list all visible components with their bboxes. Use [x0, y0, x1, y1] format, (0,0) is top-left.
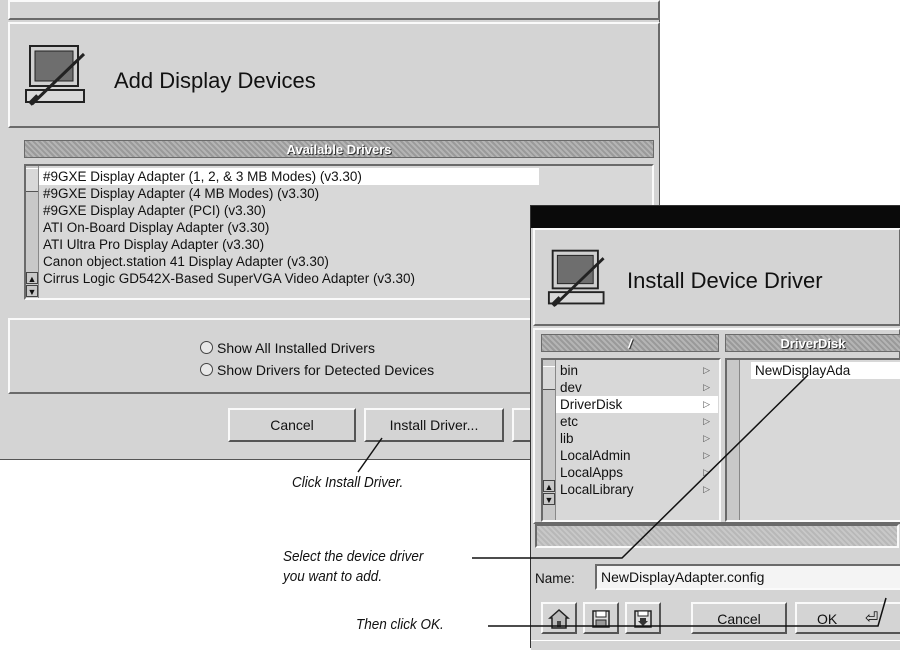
window-title-bar [531, 206, 900, 228]
driver-list-item[interactable]: ATI On-Board Display Adapter (v3.30) [39, 219, 539, 236]
folder-list-item[interactable]: lib ▷ [556, 430, 718, 447]
driver-list-item-label: #9GXE Display Adapter (4 MB Modes) (v3.3… [43, 186, 320, 201]
disk-save-button[interactable] [625, 602, 661, 634]
folder-list-item[interactable]: bin ▷ [556, 362, 718, 379]
ok-button[interactable]: OK ⏎ [795, 602, 900, 634]
ok-label: OK [817, 611, 838, 627]
cancel-button[interactable]: Cancel [228, 408, 356, 442]
scroll-down-arrow-icon[interactable]: ▼ [26, 285, 38, 297]
floppy-disk-arrow-icon [634, 610, 652, 628]
path-strip [535, 524, 899, 548]
home-button[interactable] [541, 602, 577, 634]
folder-list-item-label: bin [560, 363, 579, 378]
driver-list-item-label: ATI On-Board Display Adapter (v3.30) [43, 220, 270, 235]
submenu-arrow-icon: ▷ [703, 399, 710, 409]
submenu-arrow-icon: ▷ [703, 365, 710, 375]
folder-list-item-label: LocalLibrary [560, 482, 634, 497]
scroll-down-arrow-icon[interactable]: ▼ [543, 493, 555, 505]
driver-list-item[interactable]: #9GXE Display Adapter (1, 2, & 3 MB Mode… [39, 168, 539, 185]
file-browser: / DriverDisk ▲ ▼ bin ▷ dev ▷ DriverDisk ▷ etc ▷… [533, 328, 900, 524]
available-drivers-header: Available Drivers [24, 140, 654, 158]
home-icon [548, 608, 570, 629]
folder-list-item-label: LocalApps [560, 465, 624, 480]
submenu-arrow-icon: ▷ [703, 382, 710, 392]
folders-column: ▲ ▼ bin ▷ dev ▷ DriverDisk ▷ etc ▷ lib ▷ LocalAdmi… [541, 358, 721, 522]
driver-list-item[interactable]: #9GXE Display Adapter (4 MB Modes) (v3.3… [39, 185, 539, 202]
driver-list-item-label: #9GXE Display Adapter (1, 2, & 3 MB Mode… [43, 169, 362, 184]
scrollbar-thumb[interactable] [543, 366, 555, 390]
install-caption: Click Install Driver. [292, 474, 404, 491]
driver-list-item-label: Canon object.station 41 Display Adapter … [43, 254, 329, 269]
root-column-header: / [541, 334, 719, 352]
driver-list-item-label: #9GXE Display Adapter (PCI) (v3.30) [43, 203, 266, 218]
driverdisk-column-header: DriverDisk [725, 334, 900, 352]
name-label: Name: [535, 571, 575, 586]
radio-label: Show All Installed Drivers [217, 340, 375, 356]
show-detected-devices-radio[interactable]: Show Drivers for Detected Devices [200, 362, 434, 378]
floppy-disk-icon [592, 610, 610, 628]
display-monitor-icon [25, 45, 86, 106]
driver-list-item[interactable]: #9GXE Display Adapter (PCI) (v3.30) [39, 202, 539, 219]
files-column: NewDisplayAda [725, 358, 900, 522]
ok-caption: Then click OK. [356, 616, 444, 633]
folder-list-item[interactable]: dev ▷ [556, 379, 718, 396]
install-dialog-header: Install Device Driver [533, 228, 900, 326]
radio-button-icon [200, 341, 213, 354]
submenu-arrow-icon: ▷ [703, 450, 710, 460]
name-input[interactable]: NewDisplayAdapter.config [595, 564, 900, 590]
folder-list-item[interactable]: LocalAdmin ▷ [556, 447, 718, 464]
select-caption-line1: Select the device driver [283, 548, 424, 565]
dialog-bottom-strip [531, 640, 900, 650]
drivers-scrollbar[interactable]: ▲ ▼ [26, 166, 39, 298]
scroll-up-arrow-icon[interactable]: ▲ [26, 272, 38, 284]
folder-list-item[interactable]: LocalLibrary ▷ [556, 481, 718, 498]
return-key-icon: ⏎ [865, 610, 879, 627]
files-list: NewDisplayAda [751, 362, 900, 379]
radio-label: Show Drivers for Detected Devices [217, 362, 435, 378]
file-list-item[interactable]: NewDisplayAda [751, 362, 900, 379]
driver-list-item[interactable]: Canon object.station 41 Display Adapter … [39, 253, 539, 270]
dialog-title: Add Display Devices [114, 68, 316, 93]
file-list-item-label: NewDisplayAda [755, 363, 851, 378]
folder-list-item[interactable]: etc ▷ [556, 413, 718, 430]
driver-list-item[interactable]: ATI Ultra Pro Display Adapter (v3.30) [39, 236, 539, 253]
install-driver-button[interactable]: Install Driver... [364, 408, 504, 442]
submenu-arrow-icon: ▷ [703, 467, 710, 477]
submenu-arrow-icon: ▷ [703, 433, 710, 443]
folder-list-item-label: dev [560, 380, 582, 395]
scrollbar-thumb[interactable] [26, 168, 38, 192]
submenu-arrow-icon: ▷ [703, 416, 710, 426]
drivers-list: #9GXE Display Adapter (1, 2, & 3 MB Mode… [39, 168, 539, 287]
folder-list-item[interactable]: LocalApps ▷ [556, 464, 718, 481]
folder-list-item-label: lib [560, 431, 574, 446]
display-monitor-icon [547, 249, 605, 308]
dialog-top-strip [8, 0, 660, 20]
folder-list-item-label: etc [560, 414, 579, 429]
driver-list-item-label: Cirrus Logic GD542X-Based SuperVGA Video… [43, 271, 415, 286]
cancel-button[interactable]: Cancel [691, 602, 787, 634]
show-all-installed-radio[interactable]: Show All Installed Drivers [200, 340, 375, 356]
folder-list-item[interactable]: DriverDisk ▷ [556, 396, 718, 413]
dialog-header: Add Display Devices [8, 22, 660, 128]
install-dialog-title: Install Device Driver [627, 268, 823, 293]
driver-list-item[interactable]: Cirrus Logic GD542X-Based SuperVGA Video… [39, 270, 539, 287]
folder-list-item-label: LocalAdmin [560, 448, 631, 463]
files-scrollbar[interactable] [727, 360, 740, 520]
folders-list: bin ▷ dev ▷ DriverDisk ▷ etc ▷ lib ▷ LocalAdmin ▷ Lo… [556, 362, 718, 498]
driver-list-item-label: ATI Ultra Pro Display Adapter (v3.30) [43, 237, 265, 252]
radio-button-icon [200, 363, 213, 376]
scroll-up-arrow-icon[interactable]: ▲ [543, 480, 555, 492]
select-caption-line2: you want to add. [283, 568, 383, 585]
folder-list-item-label: DriverDisk [560, 397, 623, 412]
submenu-arrow-icon: ▷ [703, 484, 710, 494]
install-device-driver-dialog: Install Device Driver / DriverDisk ▲ ▼ b… [530, 205, 900, 650]
folders-scrollbar[interactable]: ▲ ▼ [543, 360, 556, 520]
save-button[interactable] [583, 602, 619, 634]
